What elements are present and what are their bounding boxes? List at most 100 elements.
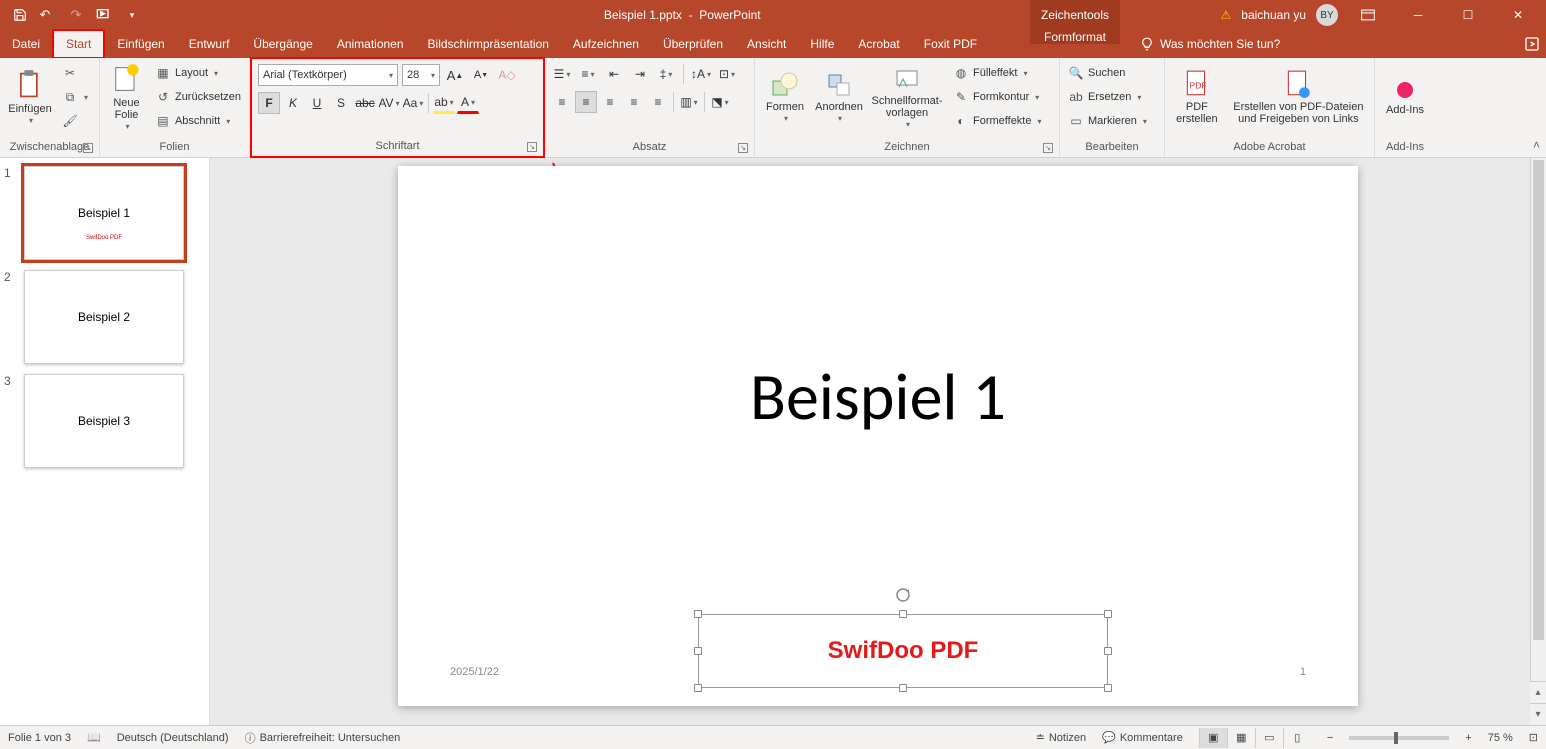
- char-spacing-button[interactable]: AV▾: [378, 92, 400, 114]
- maximize-icon[interactable]: ☐: [1448, 3, 1488, 27]
- quick-styles-button[interactable]: Schnellformat-vorlagen▾: [869, 62, 945, 132]
- resize-handle[interactable]: [899, 610, 907, 618]
- columns-button[interactable]: ▥▾: [678, 91, 700, 113]
- change-case-button[interactable]: Aa▾: [402, 92, 424, 114]
- decrease-indent-button[interactable]: ⇤: [603, 63, 625, 85]
- new-slide-button[interactable]: Neue Folie▾: [106, 62, 147, 132]
- tab-entwurf[interactable]: Entwurf: [177, 30, 242, 58]
- vertical-scrollbar[interactable]: [1530, 158, 1546, 725]
- resize-handle[interactable]: [694, 647, 702, 655]
- slide-canvas[interactable]: Beispiel 1 2025/1/22 1 SwifDoo PDF: [398, 166, 1358, 706]
- slideshow-view-icon[interactable]: ▯: [1283, 728, 1311, 748]
- comments-button[interactable]: 💬Kommentare: [1102, 731, 1183, 744]
- resize-handle[interactable]: [694, 684, 702, 692]
- dialog-launcher-icon[interactable]: ↘: [1043, 143, 1053, 153]
- prev-slide-icon[interactable]: ▴: [1530, 681, 1546, 703]
- underline-button[interactable]: U: [306, 92, 328, 114]
- layout-button[interactable]: ▦Layout▾: [153, 62, 243, 84]
- ribbon-display-options-icon[interactable]: [1348, 3, 1388, 27]
- resize-handle[interactable]: [1104, 610, 1112, 618]
- section-button[interactable]: ▤Abschnitt▾: [153, 110, 243, 132]
- thumb-slide-1[interactable]: Beispiel 1 SwifDoo PDF: [24, 166, 184, 260]
- shadow-button[interactable]: S: [330, 92, 352, 114]
- shapes-button[interactable]: Formen▾: [761, 62, 809, 132]
- thumb-slide-3[interactable]: Beispiel 3: [24, 374, 184, 468]
- font-name-input[interactable]: Arial (Textkörper)▾: [258, 64, 398, 86]
- resize-handle[interactable]: [694, 610, 702, 618]
- user-name[interactable]: baichuan yu: [1241, 8, 1306, 22]
- tab-ansicht[interactable]: Ansicht: [735, 30, 798, 58]
- text-direction-button[interactable]: ↕A▾: [690, 63, 712, 85]
- line-spacing-button[interactable]: ‡▾: [655, 63, 677, 85]
- increase-font-button[interactable]: A▲: [444, 64, 466, 86]
- outline-button[interactable]: ✎Formkontur▾: [951, 86, 1044, 108]
- a11y-status[interactable]: ⓘBarrierefreiheit: Untersuchen: [245, 730, 401, 746]
- selected-text-box[interactable]: SwifDoo PDF: [698, 614, 1108, 688]
- dialog-launcher-icon[interactable]: ↘: [738, 143, 748, 153]
- tab-animationen[interactable]: Animationen: [325, 30, 416, 58]
- smartart-button[interactable]: ⬔▾: [709, 91, 731, 113]
- close-icon[interactable]: ✕: [1498, 3, 1538, 27]
- effects-button[interactable]: ◐Formeffekte▾: [951, 110, 1044, 132]
- cut-button[interactable]: ✂: [60, 62, 90, 84]
- avatar[interactable]: BY: [1316, 4, 1338, 26]
- tab-uebergaenge[interactable]: Übergänge: [241, 30, 324, 58]
- fill-button[interactable]: ◍Fülleffekt▾: [951, 62, 1044, 84]
- replace-button[interactable]: abErsetzen▾: [1066, 86, 1149, 108]
- create-pdf-button[interactable]: PDFPDF erstellen: [1171, 62, 1223, 132]
- font-size-input[interactable]: 28▾: [402, 64, 440, 86]
- strikethrough-button[interactable]: abc: [354, 92, 376, 114]
- tab-ueberpruefen[interactable]: Überprüfen: [651, 30, 735, 58]
- slide-thumbnails[interactable]: 1 Beispiel 1 SwifDoo PDF 2 Beispiel 2 3 …: [0, 158, 210, 725]
- sorter-view-icon[interactable]: ▦: [1227, 728, 1255, 748]
- next-slide-icon[interactable]: ▾: [1530, 703, 1546, 725]
- distributed-button[interactable]: ≡: [647, 91, 669, 113]
- paste-button[interactable]: Einfügen ▾: [6, 62, 54, 132]
- undo-icon[interactable]: ↶▾: [36, 3, 60, 27]
- zoom-out-button[interactable]: −: [1327, 732, 1333, 744]
- shape-text[interactable]: SwifDoo PDF: [828, 637, 979, 665]
- tab-datei[interactable]: Datei: [0, 30, 52, 58]
- tell-me[interactable]: Was möchten Sie tun?: [1140, 30, 1280, 58]
- tab-aufzeichnen[interactable]: Aufzeichnen: [561, 30, 651, 58]
- bullets-button[interactable]: ☰▾: [551, 63, 573, 85]
- start-from-beginning-icon[interactable]: [92, 3, 116, 27]
- tab-einfuegen[interactable]: Einfügen: [105, 30, 176, 58]
- rotate-handle-icon[interactable]: [895, 587, 911, 603]
- notes-button[interactable]: ≐Notizen: [1036, 731, 1087, 744]
- resize-handle[interactable]: [1104, 684, 1112, 692]
- justify-button[interactable]: ≡: [623, 91, 645, 113]
- arrange-button[interactable]: Anordnen▾: [815, 62, 863, 132]
- thumb-item[interactable]: 2 Beispiel 2: [4, 270, 205, 364]
- zoom-in-button[interactable]: +: [1465, 732, 1471, 744]
- tab-foxit[interactable]: Foxit PDF: [912, 30, 989, 58]
- dialog-launcher-icon[interactable]: ↘: [83, 143, 93, 153]
- dialog-launcher-icon[interactable]: ↘: [527, 142, 537, 152]
- align-center-button[interactable]: ≡: [575, 91, 597, 113]
- collapse-ribbon-icon[interactable]: ˄: [1533, 138, 1540, 152]
- thumb-item[interactable]: 3 Beispiel 3: [4, 374, 205, 468]
- align-right-button[interactable]: ≡: [599, 91, 621, 113]
- find-button[interactable]: 🔍Suchen: [1066, 62, 1149, 84]
- italic-button[interactable]: K: [282, 92, 304, 114]
- bold-button[interactable]: F: [258, 92, 280, 114]
- spellcheck-icon[interactable]: 📖: [87, 731, 101, 744]
- tab-start[interactable]: Start: [52, 29, 105, 59]
- align-text-button[interactable]: ⊡▾: [716, 63, 738, 85]
- font-color-button[interactable]: A▾: [457, 92, 479, 114]
- align-left-button[interactable]: ≡: [551, 91, 573, 113]
- tab-hilfe[interactable]: Hilfe: [798, 30, 846, 58]
- reset-button[interactable]: ↺Zurücksetzen: [153, 86, 243, 108]
- slide-counter[interactable]: Folie 1 von 3: [8, 732, 71, 744]
- thumb-slide-2[interactable]: Beispiel 2: [24, 270, 184, 364]
- tab-acrobat[interactable]: Acrobat: [846, 30, 911, 58]
- addins-button[interactable]: Add-Ins: [1381, 62, 1429, 132]
- fit-to-window-icon[interactable]: ⊡: [1529, 731, 1538, 744]
- resize-handle[interactable]: [1104, 647, 1112, 655]
- zoom-level[interactable]: 75 %: [1488, 732, 1513, 744]
- tab-formformat[interactable]: Formformat: [1030, 30, 1120, 44]
- reading-view-icon[interactable]: ▭: [1255, 728, 1283, 748]
- increase-indent-button[interactable]: ⇥: [629, 63, 651, 85]
- normal-view-icon[interactable]: ▣: [1199, 728, 1227, 748]
- thumb-item[interactable]: 1 Beispiel 1 SwifDoo PDF: [4, 166, 205, 260]
